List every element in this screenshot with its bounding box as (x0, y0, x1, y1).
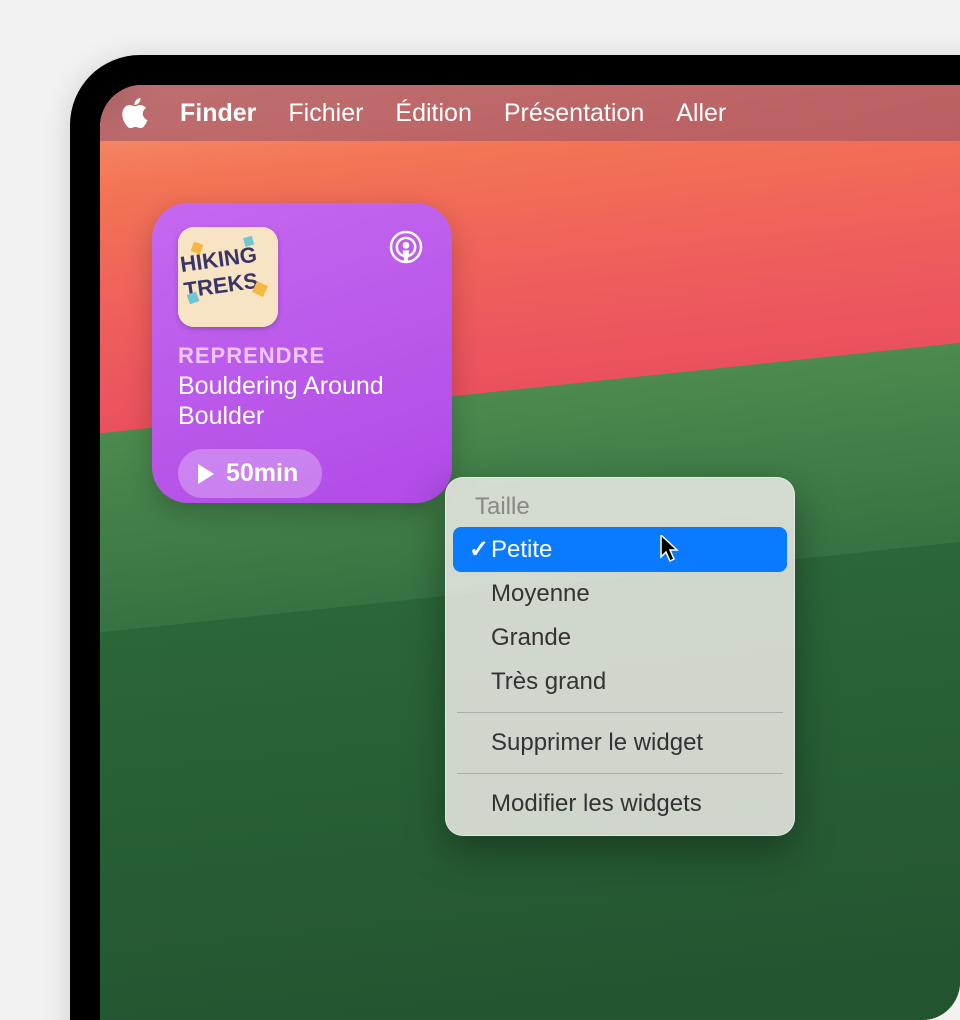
context-menu-section-title: Taille (445, 487, 795, 527)
play-icon (198, 464, 214, 484)
widget-context-menu: Taille ✓ Petite Moyenne Grande Très gran… (445, 477, 795, 836)
menubar-app-name[interactable]: Finder (180, 99, 256, 128)
size-option-label: Petite (491, 536, 552, 564)
size-option-label: Grande (491, 624, 571, 652)
play-duration: 50min (226, 459, 298, 488)
checkmark-icon: ✓ (467, 535, 491, 564)
podcast-artwork: HIKING TREKS (178, 227, 278, 327)
widget-episode-title: Bouldering Around Boulder (178, 371, 426, 431)
menu-file[interactable]: Fichier (288, 99, 363, 128)
remove-widget[interactable]: Supprimer le widget (453, 721, 787, 765)
podcasts-icon (386, 227, 426, 272)
device-bezel: Finder Fichier Édition Présentation Alle… (70, 55, 960, 1020)
apple-logo-icon[interactable] (122, 98, 148, 128)
size-option-xlarge[interactable]: Très grand (453, 660, 787, 704)
menu-separator (457, 773, 783, 774)
widget-resume-label: REPRENDRE (178, 343, 426, 369)
play-button[interactable]: 50min (178, 449, 322, 498)
menu-go[interactable]: Aller (676, 99, 726, 128)
podcast-widget[interactable]: HIKING TREKS (152, 203, 452, 503)
menubar: Finder Fichier Édition Présentation Alle… (100, 85, 960, 141)
menu-edit[interactable]: Édition (395, 99, 471, 128)
edit-widgets[interactable]: Modifier les widgets (453, 782, 787, 826)
size-option-label: Très grand (491, 668, 606, 696)
size-option-small[interactable]: ✓ Petite (453, 527, 787, 572)
edit-widgets-label: Modifier les widgets (491, 790, 702, 818)
page-root: Finder Fichier Édition Présentation Alle… (0, 0, 960, 1020)
size-option-large[interactable]: Grande (453, 616, 787, 660)
remove-widget-label: Supprimer le widget (491, 729, 703, 757)
size-option-medium[interactable]: Moyenne (453, 572, 787, 616)
menu-view[interactable]: Présentation (504, 99, 644, 128)
size-option-label: Moyenne (491, 580, 590, 608)
menu-separator (457, 712, 783, 713)
desktop-screen: Finder Fichier Édition Présentation Alle… (100, 85, 960, 1020)
